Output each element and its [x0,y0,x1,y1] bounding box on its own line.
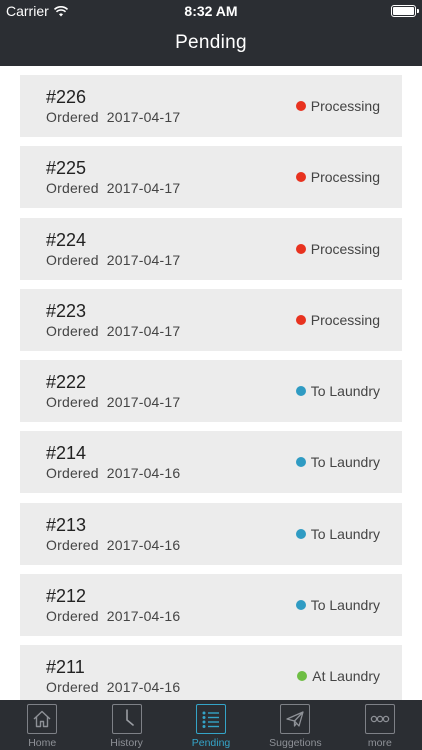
order-id: #223 [46,300,87,321]
tab-label: Suggetions [269,737,322,749]
order-row-224[interactable]: #224 Ordered 2017-04-17 Processing [20,217,402,280]
order-id: #224 [46,229,87,250]
order-status: Processing [295,311,380,328]
status-dot-icon [295,457,306,468]
order-row-223[interactable]: #223 Ordered 2017-04-17 Processing [20,288,402,351]
order-status: To Laundry [295,454,380,471]
order-date-value: 2017-04-16 [106,536,181,553]
tab-pending[interactable]: Pending [169,700,253,750]
status-label: Processing [310,311,380,328]
status-dot-icon [297,671,308,682]
tab-suggetions[interactable]: Suggetions [253,700,337,750]
tab-history[interactable]: History [84,700,168,750]
status-dot-icon [295,243,306,254]
ordered-label: Ordered [46,679,99,696]
order-date-value: 2017-04-16 [106,465,181,482]
order-status: At Laundry [297,668,380,684]
tab-label: more [367,737,392,749]
order-id: #212 [46,586,87,607]
order-status: Processing [295,169,380,186]
more-icon [364,704,395,734]
order-status: To Laundry [295,525,380,542]
list-icon [196,704,227,734]
status-dot-icon [295,600,306,611]
order-date-value: 2017-04-17 [106,251,181,268]
order-row-222[interactable]: #222 Ordered 2017-04-17 To Laundry [20,360,402,423]
clock: 8:32 AM [184,3,238,19]
order-row-212[interactable]: #212 Ordered 2017-04-16 To Laundry [20,574,402,637]
ordered-label: Ordered [46,608,99,625]
order-row-226[interactable]: #226 Ordered 2017-04-17 Processing [20,75,402,137]
battery-icon [391,5,419,17]
order-id: #211 [46,657,85,678]
order-id: #226 [46,87,87,107]
order-date: Ordered 2017-04-17 [46,252,180,268]
status-dot-icon [295,172,306,183]
status-bar: Carrier 8:32 AM [0,0,422,22]
order-date-value: 2017-04-17 [106,180,181,197]
ordered-label: Ordered [46,322,99,339]
status-label: To Laundry [310,525,380,542]
tab-more[interactable]: more [338,700,422,750]
paper-plane-icon [280,704,311,734]
order-row-214[interactable]: #214 Ordered 2017-04-16 To Laundry [20,431,402,494]
order-date: Ordered 2017-04-17 [46,109,180,125]
status-label: Processing [310,240,380,257]
tab-bar: Home History Pending Suggetions more [0,700,422,750]
order-status: To Laundry [295,383,380,400]
status-label: To Laundry [310,383,380,400]
tab-label: Home [28,737,57,749]
order-date: Ordered 2017-04-16 [46,679,180,695]
tab-label: History [110,737,143,749]
status-label: Processing [310,98,380,114]
order-row-211[interactable]: #211 Ordered 2017-04-16 At Laundry [20,645,402,700]
status-label: To Laundry [310,597,380,614]
order-date-value: 2017-04-16 [106,679,181,696]
order-id: #222 [46,372,87,393]
order-date: Ordered 2017-04-17 [46,180,180,196]
order-status: Processing [295,98,380,114]
status-label: Processing [310,169,380,186]
ordered-label: Ordered [46,109,99,125]
order-row-225[interactable]: #225 Ordered 2017-04-17 Processing [20,146,402,209]
status-label: At Laundry [312,668,380,685]
order-date-value: 2017-04-17 [106,322,181,339]
home-icon [27,704,58,734]
order-list: #226 Ordered 2017-04-17 Processing #225 O… [20,75,402,700]
ordered-label: Ordered [46,180,99,197]
tab-home[interactable]: Home [0,700,84,750]
tab-label: Pending [191,737,231,749]
status-dot-icon [295,386,306,397]
order-id: #225 [46,158,87,179]
status-label: To Laundry [310,454,380,471]
ordered-label: Ordered [46,394,99,411]
order-date: Ordered 2017-04-17 [46,394,180,410]
order-date: Ordered 2017-04-16 [46,608,180,624]
nav-header: Carrier 8:32 AM Pending [0,0,422,66]
order-date: Ordered 2017-04-16 [46,537,180,553]
order-date-value: 2017-04-17 [106,109,181,125]
order-row-213[interactable]: #213 Ordered 2017-04-16 To Laundry [20,502,402,565]
ordered-label: Ordered [46,536,99,553]
order-date-value: 2017-04-17 [106,394,181,411]
order-date-value: 2017-04-16 [106,608,181,625]
ordered-label: Ordered [46,465,99,482]
clock-icon [111,704,142,734]
status-dot-icon [295,528,306,539]
order-date: Ordered 2017-04-17 [46,323,180,339]
order-status: To Laundry [295,597,380,614]
page-title: Pending [175,32,247,53]
status-dot-icon [295,101,306,111]
order-id: #213 [46,514,87,535]
order-status: Processing [295,240,380,257]
order-id: #214 [46,443,87,464]
status-dot-icon [295,314,306,325]
ordered-label: Ordered [46,251,99,268]
order-date: Ordered 2017-04-16 [46,465,180,481]
